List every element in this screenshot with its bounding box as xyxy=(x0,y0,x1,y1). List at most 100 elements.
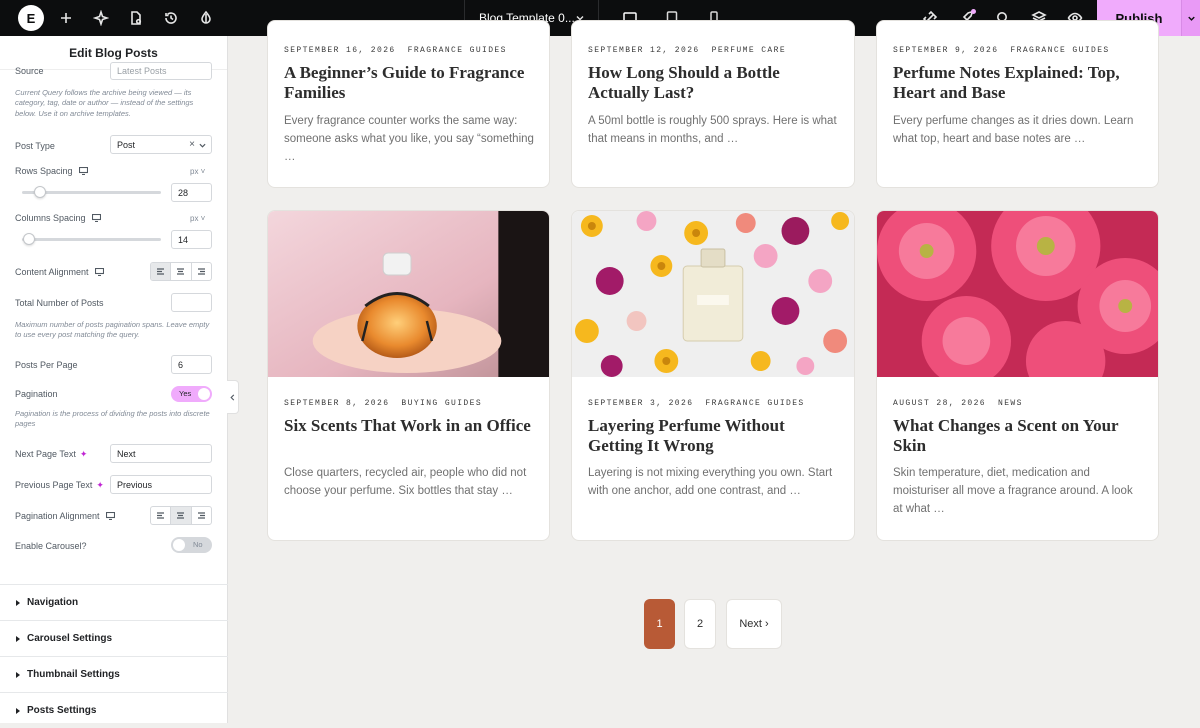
carousel-toggle-label: No xyxy=(193,540,203,549)
carousel-label: Enable Carousel? xyxy=(15,541,87,551)
post-card[interactable]: September 9, 2026 Fragrance Guides Perfum… xyxy=(876,20,1159,188)
post-category[interactable]: News xyxy=(998,399,1023,408)
post-date: September 3, 2026 xyxy=(588,399,694,408)
post-title[interactable]: What Changes a Scent on Your Skin xyxy=(893,416,1144,456)
rows-spacing-input[interactable]: 28 xyxy=(171,183,212,202)
source-select[interactable]: Latest Posts xyxy=(110,62,212,80)
desktop-icon[interactable] xyxy=(105,511,115,521)
section-label: Carousel Settings xyxy=(27,633,113,644)
theme-style-icon[interactable] xyxy=(197,9,215,27)
post-card[interactable]: September 8, 2026 Buying Guides Six Scent… xyxy=(267,210,550,541)
post-excerpt: Layering is not mixing everything you ow… xyxy=(588,467,833,497)
align-right-icon[interactable] xyxy=(192,507,211,524)
post-card[interactable]: September 3, 2026 Fragrance Guides Layeri… xyxy=(571,210,855,541)
align-center-icon[interactable] xyxy=(171,507,192,524)
post-excerpt: Close quarters, recycled air, people who… xyxy=(284,467,527,497)
page-settings-icon[interactable] xyxy=(127,9,145,27)
prev-text-input[interactable]: Previous xyxy=(110,475,212,494)
post-title[interactable]: How Long Should a Bottle Actually Last? xyxy=(588,63,840,103)
post-category[interactable]: Fragrance Guides xyxy=(1010,46,1109,55)
post-title[interactable]: A Beginner’s Guide to Fragrance Families xyxy=(284,63,535,103)
columns-spacing-track[interactable] xyxy=(22,238,161,241)
history-icon[interactable] xyxy=(162,9,180,27)
posts-per-page-input[interactable]: 6 xyxy=(171,355,212,374)
next-text-label: Next Page Text xyxy=(15,449,76,459)
post-category[interactable]: Perfume Care xyxy=(712,46,786,55)
post-excerpt: Skin temperature, diet, medication and m… xyxy=(893,467,1133,515)
source-label: Source xyxy=(15,66,44,76)
section-label: Posts Settings xyxy=(27,705,97,716)
post-category[interactable]: Buying Guides xyxy=(401,399,482,408)
post-date: September 16, 2026 xyxy=(284,46,396,55)
rows-spacing-slider[interactable] xyxy=(34,186,47,198)
post-category[interactable]: Fragrance Guides xyxy=(408,46,507,55)
post-title[interactable]: Layering Perfume Without Getting It Wron… xyxy=(588,416,840,456)
total-posts-label: Total Number of Posts xyxy=(15,298,104,308)
ai-sparkle-icon[interactable]: ✦ xyxy=(80,449,88,460)
rows-spacing-label: Rows Spacing xyxy=(15,166,73,176)
post-meta: September 3, 2026 Fragrance Guides xyxy=(588,399,805,408)
post-category[interactable]: Fragrance Guides xyxy=(705,399,804,408)
align-left-icon[interactable] xyxy=(151,507,172,524)
post-title[interactable]: Perfume Notes Explained: Top, Heart and … xyxy=(893,63,1144,103)
post-excerpt: Every perfume changes as it dries down. … xyxy=(893,115,1134,145)
post-type-value: Post xyxy=(117,139,136,150)
publish-options-button[interactable] xyxy=(1181,0,1200,36)
toggle-knob xyxy=(198,388,210,400)
post-date: September 9, 2026 xyxy=(893,46,999,55)
post-thumbnail[interactable] xyxy=(572,211,854,377)
next-page-button[interactable]: Next › xyxy=(726,599,782,649)
post-type-select[interactable]: Post × xyxy=(110,135,212,154)
rows-unit-select[interactable]: px ˅ xyxy=(190,167,205,176)
post-meta: September 16, 2026 Fragrance Guides xyxy=(284,46,507,55)
post-meta: September 9, 2026 Fragrance Guides xyxy=(893,46,1110,55)
total-posts-note: Maximum number of posts pagination spans… xyxy=(15,320,210,340)
align-left-icon[interactable] xyxy=(151,263,172,280)
elementor-logo-icon[interactable]: E xyxy=(18,5,44,31)
clear-icon[interactable]: × xyxy=(189,139,195,150)
desktop-icon[interactable] xyxy=(94,267,104,277)
caret-right-icon xyxy=(16,599,20,606)
desktop-icon[interactable] xyxy=(78,166,88,176)
post-card[interactable]: August 28, 2026 News What Changes a Scent… xyxy=(876,210,1159,541)
ai-sparkle-icon[interactable] xyxy=(92,9,110,27)
align-center-icon[interactable] xyxy=(171,263,192,280)
section-navigation[interactable]: Navigation xyxy=(0,584,228,620)
content-alignment-label: Content Alignment xyxy=(15,267,89,277)
align-right-icon[interactable] xyxy=(192,263,211,280)
post-thumbnail[interactable] xyxy=(268,211,549,377)
editor-panel: Edit Blog Posts Source Latest Posts Curr… xyxy=(0,36,228,723)
post-date: September 8, 2026 xyxy=(284,399,390,408)
add-element-icon[interactable] xyxy=(57,9,75,27)
chevron-down-icon xyxy=(1187,16,1195,21)
columns-unit-select[interactable]: px ˅ xyxy=(190,214,205,223)
pagination-toggle[interactable]: Yes xyxy=(171,386,212,402)
columns-spacing-input[interactable]: 14 xyxy=(171,230,212,249)
page-1-button[interactable]: 1 xyxy=(644,599,675,649)
post-card[interactable]: September 12, 2026 Perfume Care How Long … xyxy=(571,20,855,188)
columns-spacing-slider[interactable] xyxy=(22,233,35,245)
content-alignment-group xyxy=(150,262,212,281)
post-date: August 28, 2026 xyxy=(893,399,987,408)
post-card[interactable]: September 16, 2026 Fragrance Guides A Beg… xyxy=(267,20,550,188)
section-carousel-settings[interactable]: Carousel Settings xyxy=(0,620,228,656)
caret-right-icon xyxy=(16,707,20,714)
section-thumbnail-settings[interactable]: Thumbnail Settings xyxy=(0,656,228,692)
page-2-button[interactable]: 2 xyxy=(684,599,716,649)
pagination-note: Pagination is the process of dividing th… xyxy=(15,409,210,429)
carousel-toggle[interactable]: No xyxy=(171,537,212,553)
desktop-icon[interactable] xyxy=(91,213,101,223)
next-text-input[interactable]: Next xyxy=(110,444,212,463)
collapse-panel-button[interactable] xyxy=(227,380,239,414)
post-excerpt: A 50ml bottle is roughly 500 sprays. Her… xyxy=(588,115,837,145)
post-thumbnail[interactable] xyxy=(877,211,1158,377)
post-type-label: Post Type xyxy=(15,141,55,151)
post-title[interactable]: Six Scents That Work in an Office xyxy=(284,416,535,436)
post-excerpt: Every fragrance counter works the same w… xyxy=(284,115,534,163)
post-date: September 12, 2026 xyxy=(588,46,700,55)
ai-sparkle-icon[interactable]: ✦ xyxy=(96,480,104,491)
pagination-toggle-label: Yes xyxy=(179,389,192,398)
total-posts-input[interactable] xyxy=(171,293,212,312)
section-label: Thumbnail Settings xyxy=(27,669,120,680)
columns-spacing-label: Columns Spacing xyxy=(15,213,86,223)
